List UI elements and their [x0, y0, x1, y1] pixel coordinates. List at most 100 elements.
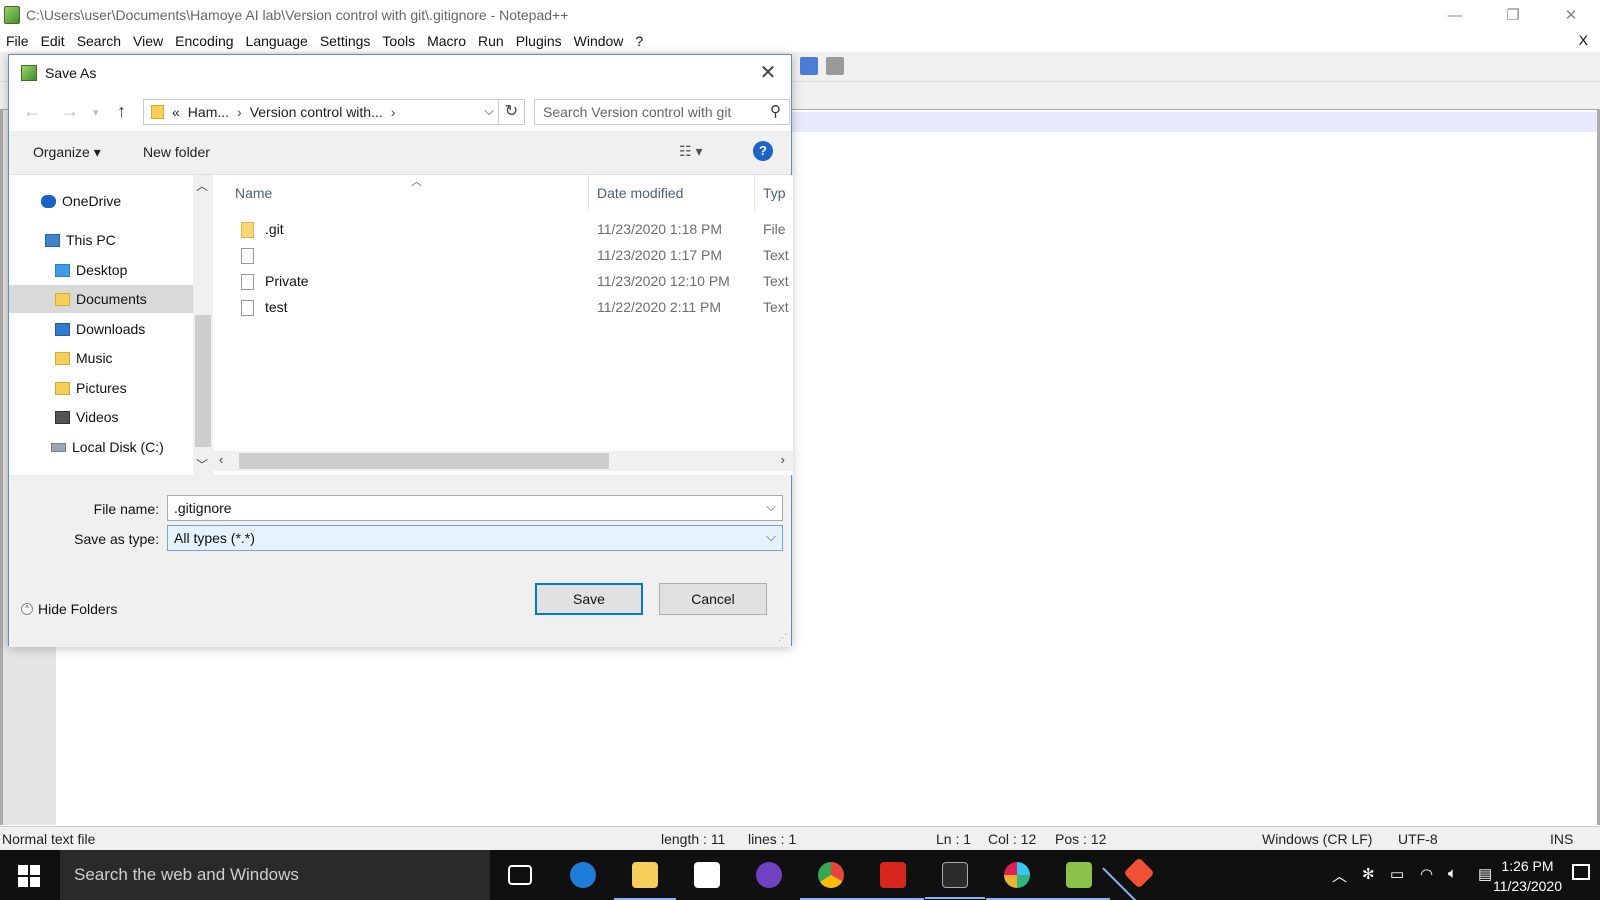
file-row[interactable]: 11/23/2020 1:17 PM Text [213, 243, 793, 269]
keyboard-icon[interactable]: ▤ [1478, 865, 1492, 883]
menu-edit[interactable]: Edit [35, 33, 71, 49]
breadcrumb-separator[interactable]: › [391, 104, 396, 120]
menu-view[interactable]: View [127, 33, 169, 49]
navigation-scrollbar[interactable]: ︿ ﹀ [193, 175, 213, 475]
recent-locations-chevron-icon[interactable]: ▾ [93, 106, 99, 119]
window-close-button[interactable]: ✕ [1542, 0, 1600, 30]
breadcrumb-separator[interactable]: › [237, 104, 242, 120]
hide-folders-toggle[interactable]: ^ Hide Folders [21, 601, 117, 617]
taskbar-search-text[interactable]: Search the web and Windows [74, 865, 299, 885]
scroll-thumb[interactable] [195, 315, 211, 447]
menu-tools[interactable]: Tools [376, 33, 421, 49]
slack-icon[interactable] [986, 862, 1048, 900]
scroll-down-icon[interactable]: ﹀ [196, 456, 208, 473]
menu-macro[interactable]: Macro [421, 33, 472, 49]
nav-item-local-disk[interactable]: Local Disk (C:) [9, 433, 193, 461]
wifi-icon[interactable]: ◠ [1420, 865, 1433, 883]
windows-start-icon[interactable] [18, 865, 40, 887]
address-dropdown-chevron-icon[interactable]: ⌵ [484, 103, 494, 119]
menu-run[interactable]: Run [472, 33, 510, 49]
scroll-thumb[interactable] [239, 453, 609, 469]
show-hidden-icons-icon[interactable]: ︿ [1332, 865, 1347, 886]
menu-encoding[interactable]: Encoding [169, 33, 239, 49]
horizontal-scrollbar[interactable]: ‹ › [213, 451, 793, 471]
scroll-up-icon[interactable]: ︿ [196, 177, 208, 194]
search-icon[interactable]: ⚲ [770, 102, 781, 120]
menu-search[interactable]: Search [71, 33, 127, 49]
run-macro-multiple-icon[interactable] [800, 57, 818, 75]
column-divider[interactable] [588, 175, 589, 211]
volume-icon[interactable]: 🔈︎ [1448, 865, 1457, 882]
minimize-button[interactable]: — [1426, 0, 1484, 30]
save-button[interactable]: Save [535, 583, 643, 615]
file-name-value[interactable]: .gitignore [174, 500, 232, 516]
back-arrow-icon[interactable]: ← [23, 101, 41, 122]
help-icon[interactable]: ? [753, 141, 773, 161]
dialog-close-button[interactable]: ✕ [757, 62, 779, 84]
column-header-name[interactable]: Name [235, 185, 272, 201]
nav-item-videos[interactable]: Videos [9, 403, 193, 431]
up-arrow-icon[interactable]: ↑ [117, 101, 126, 122]
change-view-icon[interactable]: ☷ ▾ [679, 143, 702, 160]
breadcrumb-segment-hamoye[interactable]: Ham... [188, 104, 229, 120]
resize-grip-icon[interactable]: ⋰ [778, 632, 787, 643]
breadcrumb-overflow[interactable]: « [172, 104, 180, 120]
nav-item-downloads[interactable]: Downloads [9, 315, 193, 343]
save-as-type-value[interactable]: All types (*.*) [174, 530, 255, 546]
navigation-row: ← → ▾ ↑ « Ham... › Version control with.… [9, 91, 791, 131]
taskbar-search[interactable]: Search the web and Windows [60, 850, 490, 900]
menu-help[interactable]: ? [629, 33, 649, 49]
save-as-type-select[interactable]: All types (*.*) ⌵ [167, 525, 783, 551]
clock[interactable]: 1:26 PM 11/23/2020 [1493, 856, 1562, 896]
file-date: 11/23/2020 12:10 PM [597, 273, 730, 289]
column-header-date-modified[interactable]: Date modified [597, 185, 683, 201]
notepad-plus-plus-icon[interactable] [1048, 862, 1110, 900]
github-desktop-icon[interactable] [756, 862, 782, 888]
file-row[interactable]: test 11/22/2020 2:11 PM Text [213, 295, 793, 321]
chrome-icon[interactable] [800, 862, 862, 900]
refresh-icon[interactable]: ↻ [499, 99, 525, 125]
menu-settings[interactable]: Settings [314, 33, 377, 49]
menu-plugins[interactable]: Plugins [510, 33, 568, 49]
forward-arrow-icon[interactable]: → [61, 101, 79, 122]
cancel-button[interactable]: Cancel [659, 583, 767, 615]
terminal-icon[interactable] [925, 862, 985, 899]
battery-icon[interactable]: ▭ [1390, 865, 1404, 883]
edge-icon[interactable] [570, 862, 596, 888]
column-header-type[interactable]: Typ [763, 185, 786, 201]
nav-item-pictures[interactable]: Pictures [9, 374, 193, 402]
save-macro-icon[interactable] [826, 57, 844, 75]
store-icon[interactable] [694, 862, 720, 888]
search-box[interactable]: ⚲ [534, 99, 790, 125]
search-input[interactable] [543, 103, 753, 121]
scroll-right-icon[interactable]: › [781, 452, 785, 467]
close-document-button[interactable]: X [1573, 32, 1594, 48]
nav-item-this-pc[interactable]: This PC [9, 226, 193, 254]
address-bar[interactable]: « Ham... › Version control with... › ⌵ [143, 99, 499, 125]
menu-language[interactable]: Language [240, 33, 314, 49]
file-explorer-icon[interactable] [614, 862, 676, 900]
slack-tray-icon[interactable]: ✻ [1362, 865, 1375, 883]
menu-file[interactable]: File [0, 33, 35, 49]
file-name-dropdown-chevron-icon[interactable]: ⌵ [766, 499, 776, 515]
menu-window[interactable]: Window [568, 33, 630, 49]
nav-item-documents[interactable]: Documents [9, 285, 193, 313]
organize-button[interactable]: Organize ▾ [33, 144, 101, 161]
command-bar: Organize ▾ New folder ☷ ▾ ? [9, 131, 791, 175]
scroll-left-icon[interactable]: ‹ [219, 452, 223, 467]
notification-icon[interactable] [1572, 864, 1590, 880]
git-gui-icon[interactable] [1123, 857, 1155, 889]
nav-item-music[interactable]: Music [9, 344, 193, 372]
nav-item-desktop[interactable]: Desktop [9, 256, 193, 284]
acrobat-icon[interactable] [862, 862, 924, 900]
save-as-type-chevron-icon[interactable]: ⌵ [766, 529, 776, 545]
file-row[interactable]: Private 11/23/2020 12:10 PM Text [213, 269, 793, 295]
breadcrumb-segment-version-control[interactable]: Version control with... [250, 104, 383, 120]
column-divider[interactable] [754, 175, 755, 211]
new-folder-button[interactable]: New folder [143, 144, 210, 160]
nav-item-onedrive[interactable]: OneDrive [9, 187, 193, 215]
file-name-field[interactable]: .gitignore ⌵ [167, 495, 783, 521]
task-view-icon[interactable] [508, 865, 532, 885]
restore-button[interactable]: ❐ [1484, 0, 1542, 30]
file-row[interactable]: .git 11/23/2020 1:18 PM File [213, 217, 793, 243]
